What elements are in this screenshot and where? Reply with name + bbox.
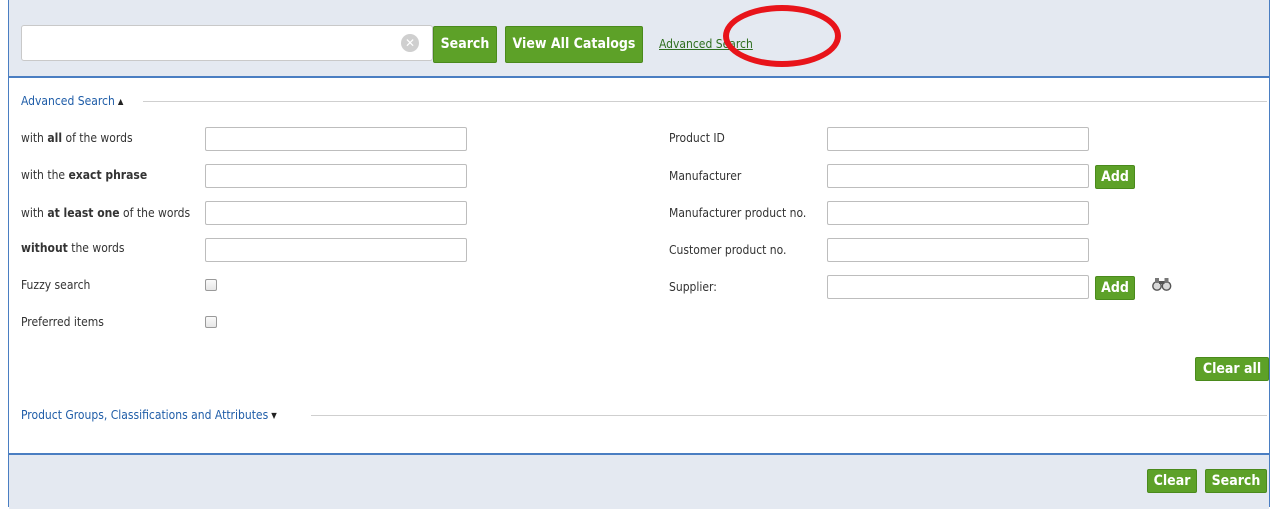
label-product-id: Product ID — [669, 131, 725, 145]
label-customer-product-no: Customer product no. — [669, 243, 787, 257]
advanced-search-header: Advanced Search — [21, 94, 115, 108]
add-supplier-button[interactable]: Add — [1095, 276, 1135, 300]
supplier-input[interactable] — [827, 275, 1089, 299]
catalog-search-page: ✕ Search View All Catalogs Advanced Sear… — [8, 0, 1270, 509]
search-button[interactable]: Search — [433, 26, 497, 63]
add-manufacturer-button[interactable]: Add — [1095, 165, 1135, 189]
view-all-catalogs-button[interactable]: View All Catalogs — [505, 26, 643, 63]
product-groups-header: Product Groups, Classifications and Attr… — [21, 408, 269, 422]
label-manufacturer-product-no: Manufacturer product no. — [669, 206, 807, 220]
label-supplier: Supplier: — [669, 280, 717, 294]
label-preferred-items: Preferred items — [21, 315, 104, 329]
section-divider — [143, 101, 1267, 102]
label-fuzzy-search: Fuzzy search — [21, 278, 91, 292]
customer-product-no-input[interactable] — [827, 238, 1089, 262]
manufacturer-product-no-input[interactable] — [827, 201, 1089, 225]
manufacturer-input[interactable] — [827, 164, 1089, 188]
fuzzy-search-checkbox[interactable] — [205, 279, 217, 291]
caret-down-icon: ▼ — [271, 410, 277, 420]
top-search-bar: ✕ Search View All Catalogs Advanced Sear… — [9, 0, 1269, 78]
exact-phrase-input[interactable] — [205, 164, 467, 188]
label-without-words: without the words — [21, 241, 125, 255]
binoculars-icon[interactable] — [1152, 276, 1172, 292]
advanced-search-toggle[interactable]: Advanced Search ▲ — [21, 94, 123, 108]
label-manufacturer: Manufacturer — [669, 169, 742, 183]
label-exact-phrase: with the exact phrase — [21, 168, 148, 182]
label-at-least-one: with at least one of the words — [21, 206, 191, 220]
label-all-words: with all of the words — [21, 131, 133, 145]
search-input[interactable] — [21, 25, 433, 61]
preferred-items-checkbox[interactable] — [205, 316, 217, 328]
caret-up-icon: ▲ — [117, 96, 124, 106]
bottom-action-bar: Clear Search — [9, 453, 1269, 509]
product-groups-toggle[interactable]: Product Groups, Classifications and Attr… — [21, 408, 277, 422]
at-least-one-input[interactable] — [205, 201, 467, 225]
section-divider — [311, 415, 1267, 416]
clear-search-icon[interactable]: ✕ — [401, 34, 419, 52]
product-id-input[interactable] — [827, 127, 1089, 151]
all-words-input[interactable] — [205, 127, 467, 151]
clear-all-button[interactable]: Clear all — [1195, 357, 1269, 381]
without-words-input[interactable] — [205, 238, 467, 262]
annotation-circle — [723, 5, 841, 67]
bottom-search-button[interactable]: Search — [1205, 469, 1267, 493]
clear-button[interactable]: Clear — [1147, 469, 1197, 493]
